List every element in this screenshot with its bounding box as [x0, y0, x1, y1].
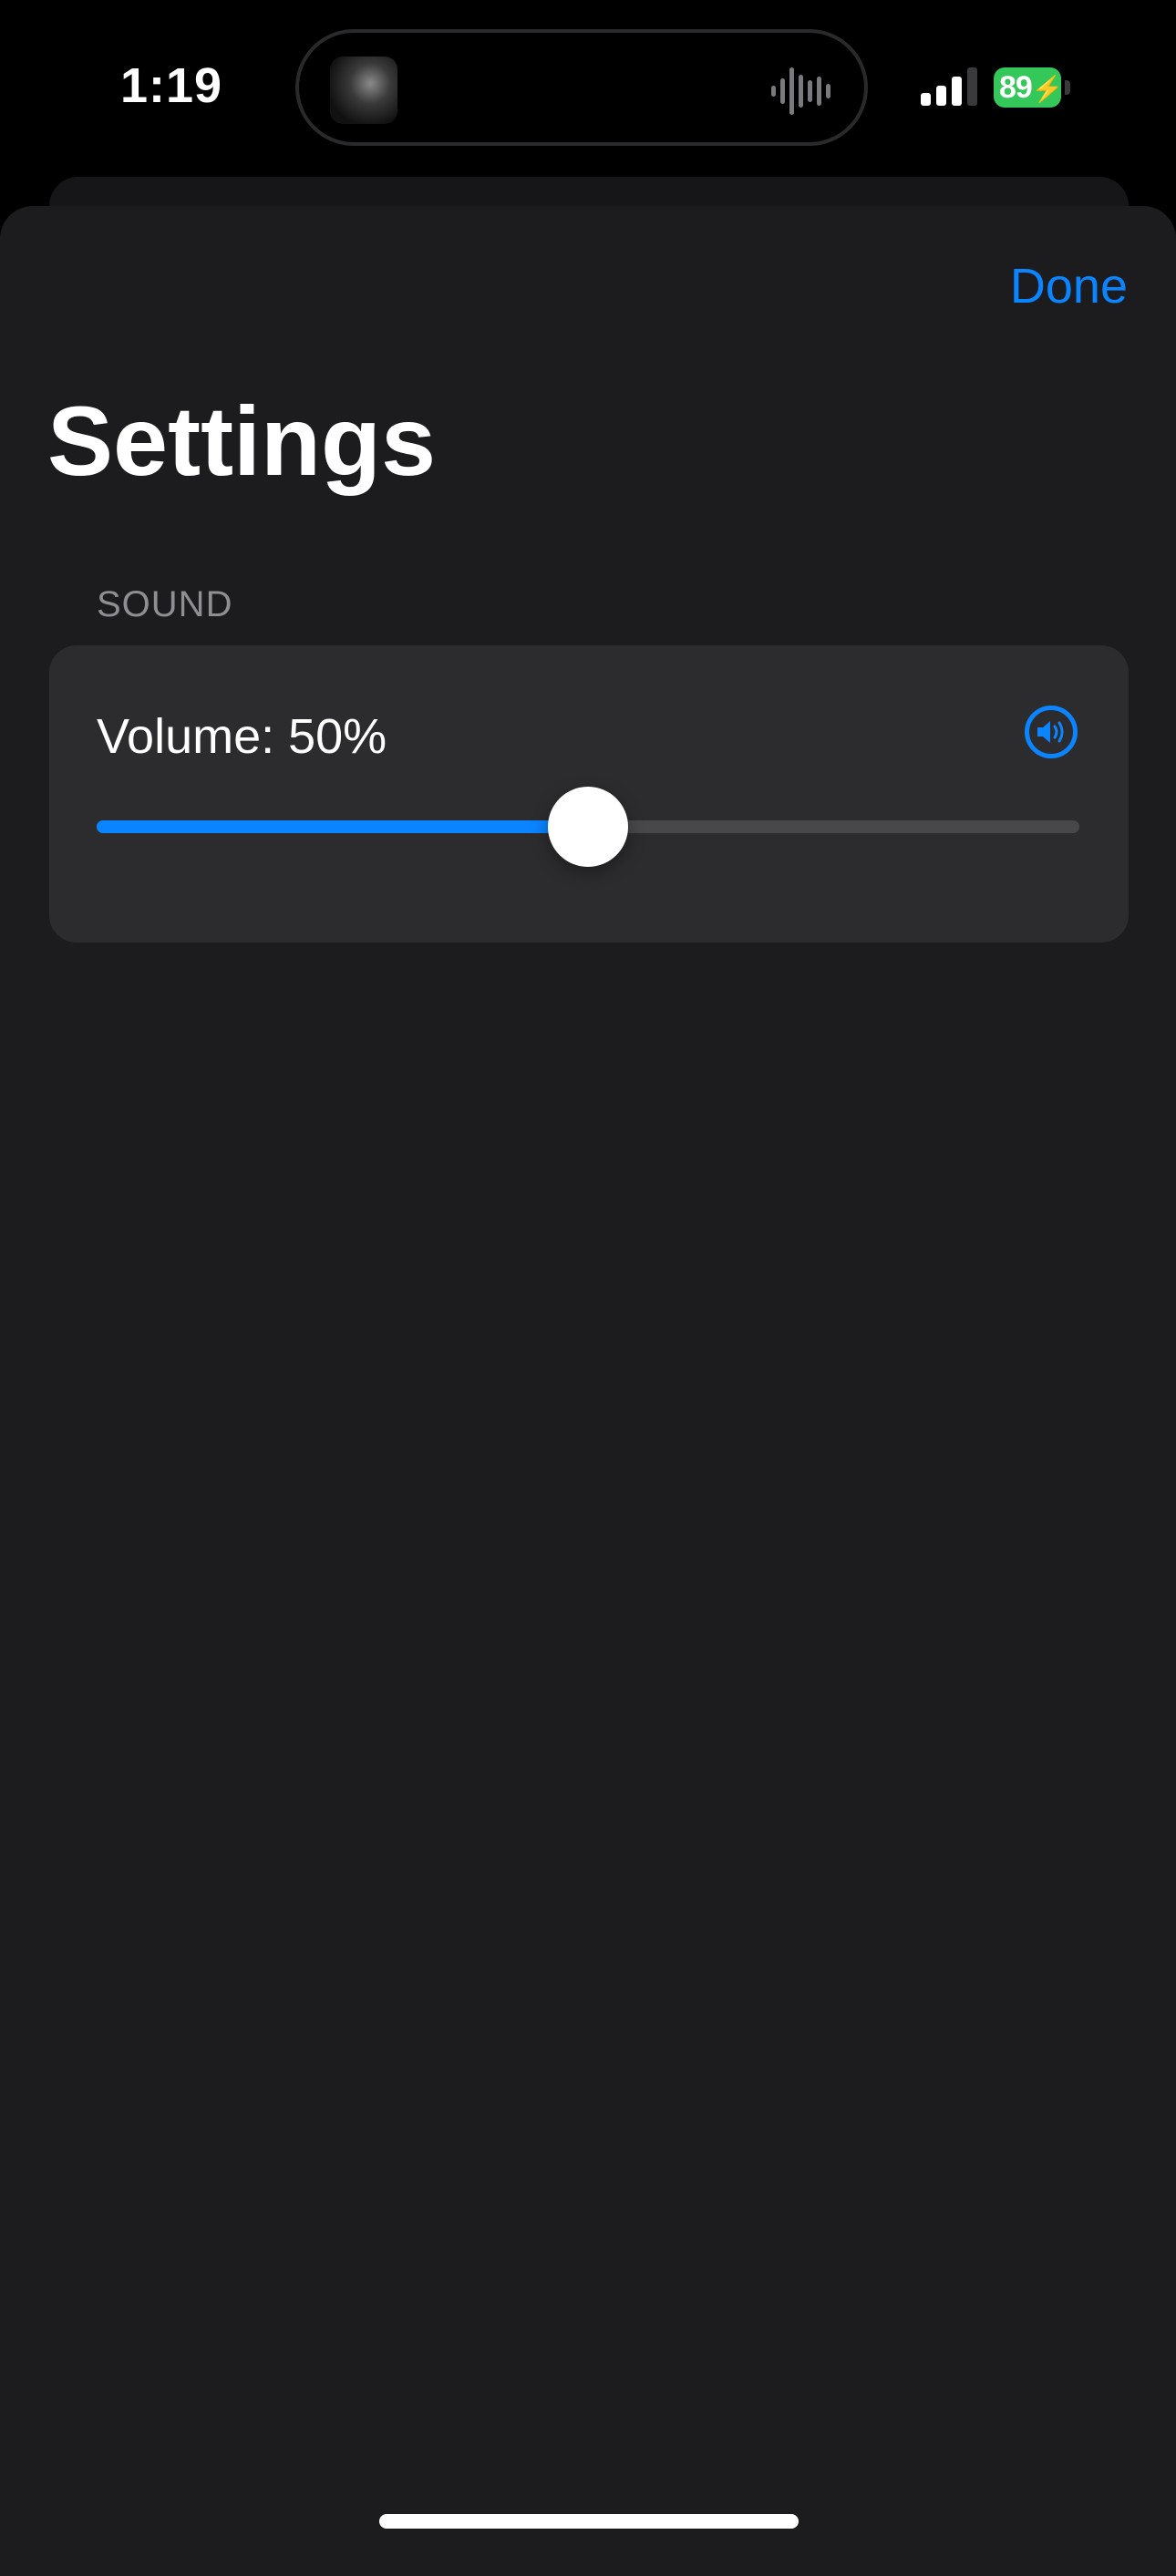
sound-settings-group: Volume: 50% [49, 645, 1129, 943]
battery-indicator: 89⚡ [994, 67, 1064, 108]
now-playing-artwork [330, 57, 397, 124]
page-title: Settings [47, 386, 437, 496]
speaker-wave-circle-icon[interactable] [1025, 706, 1078, 758]
status-time: 1:19 [120, 58, 223, 113]
status-bar: 1:19 89⚡ [0, 0, 1176, 173]
battery-level: 89 [999, 70, 1033, 105]
section-header-sound: SOUND [97, 584, 233, 624]
slider-thumb[interactable] [548, 787, 628, 867]
cellular-signal-icon [921, 67, 977, 106]
battery-tip [1065, 80, 1070, 95]
slider-fill [97, 820, 588, 833]
audio-waveform-icon [771, 67, 830, 115]
charging-bolt-icon: ⚡ [1031, 75, 1064, 103]
volume-slider[interactable] [97, 787, 1079, 867]
volume-label: Volume: 50% [97, 709, 387, 764]
dynamic-island[interactable] [295, 29, 868, 146]
done-button[interactable]: Done [1010, 257, 1128, 315]
settings-sheet: Done Settings SOUND Volume: 50% [0, 206, 1176, 2576]
home-indicator [379, 2514, 799, 2529]
